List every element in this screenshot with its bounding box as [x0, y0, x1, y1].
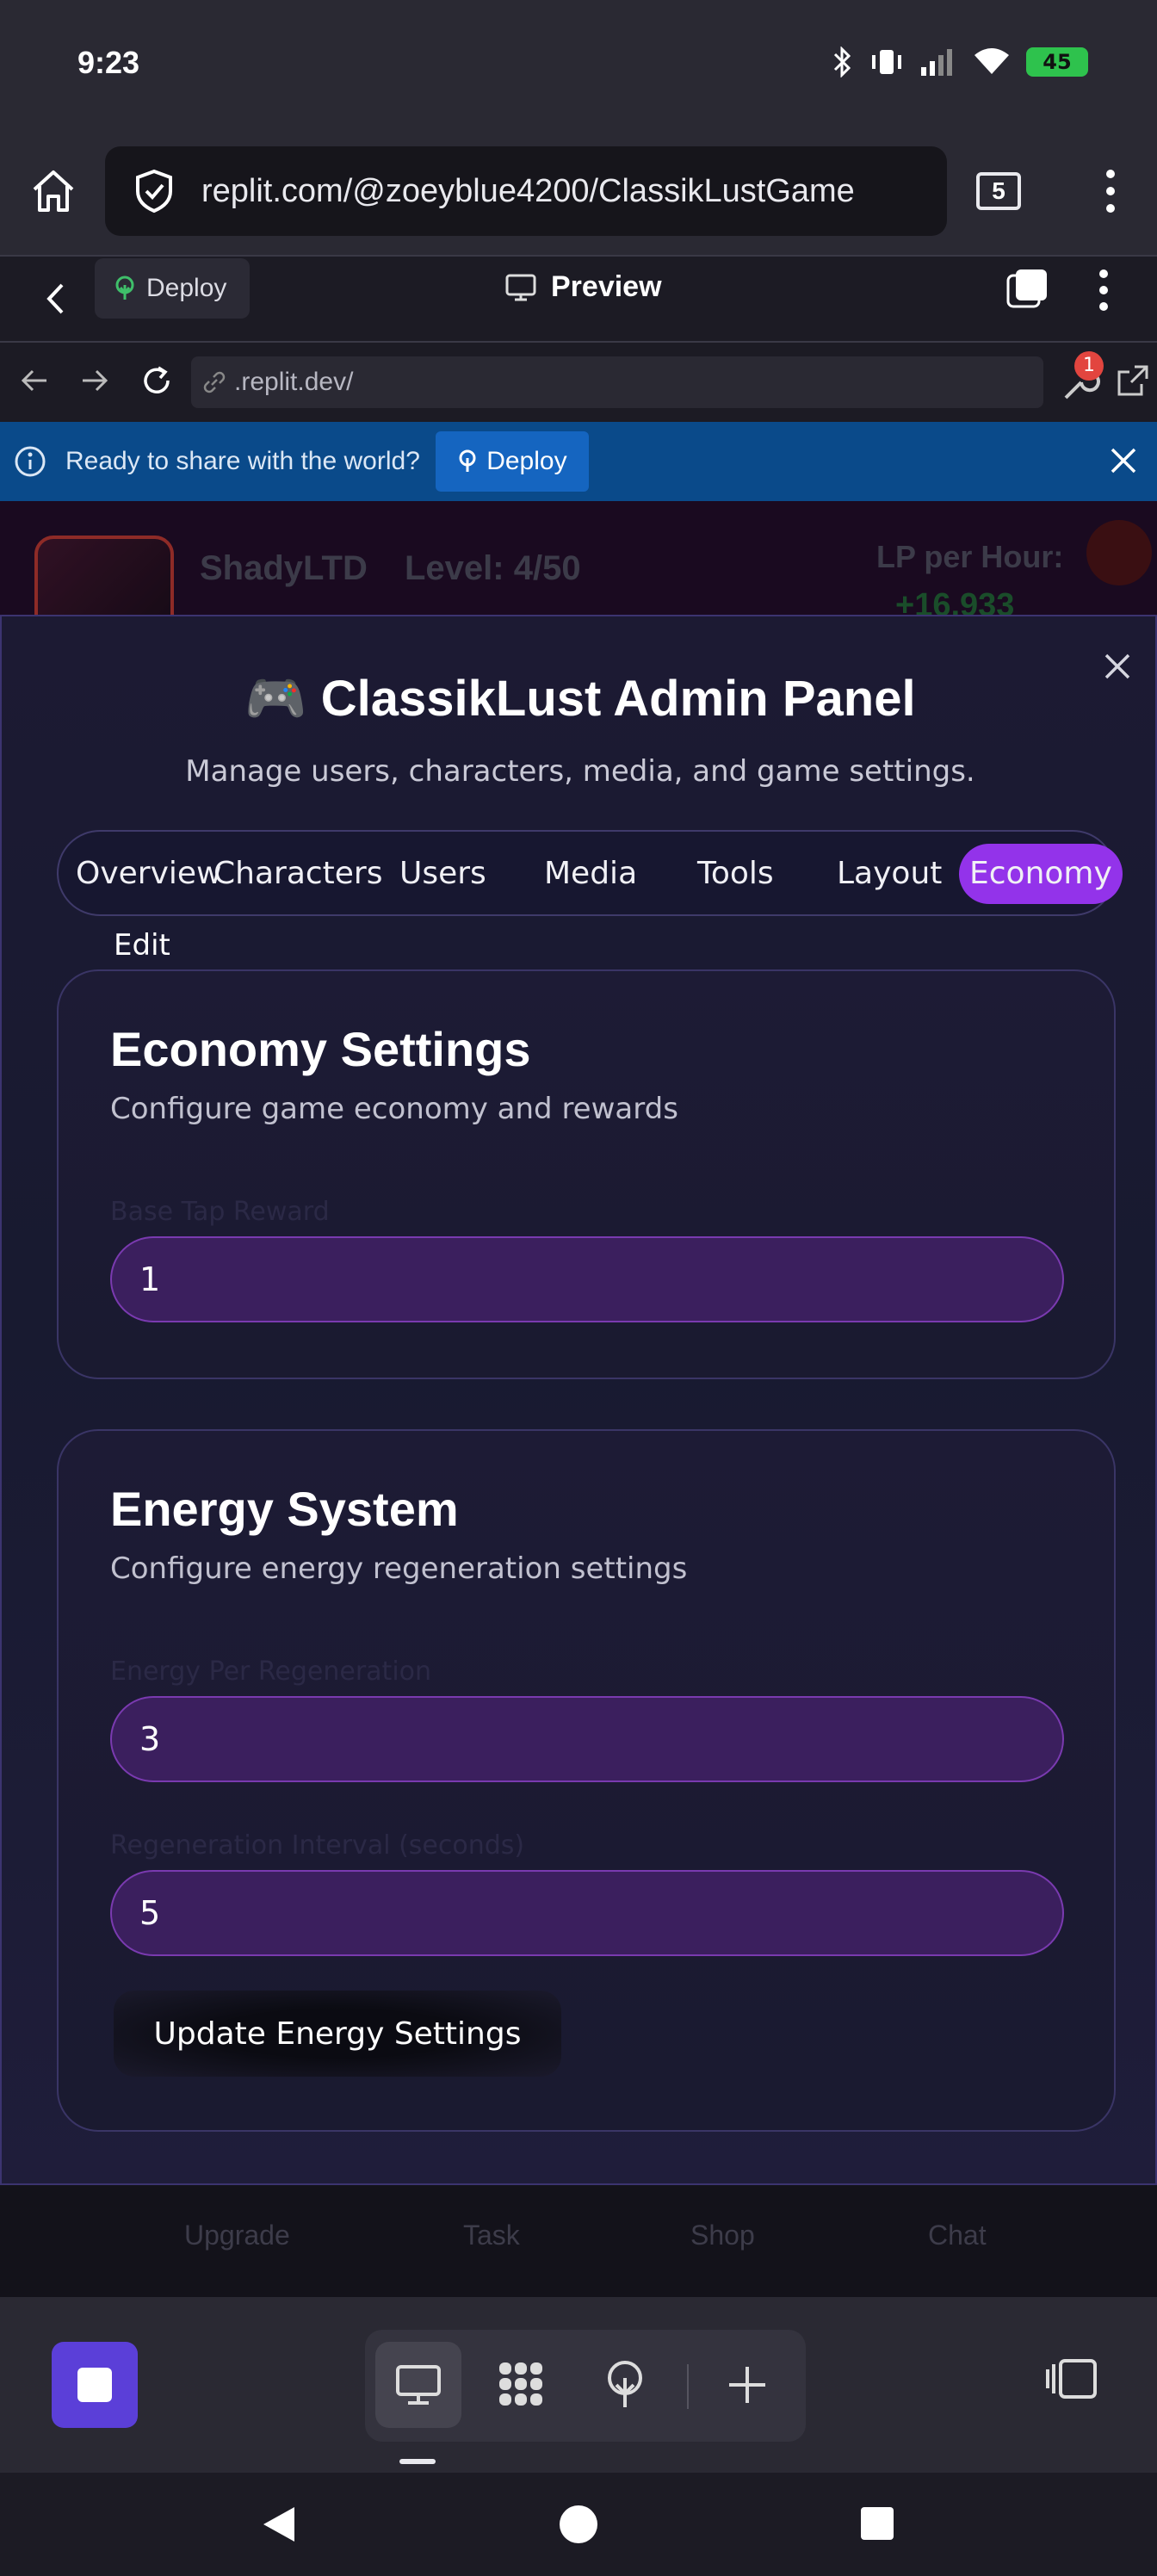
deploy-chip-label: Deploy [146, 274, 227, 302]
deploy-chip-button[interactable]: Deploy [95, 258, 250, 319]
economy-description: Configure game economy and rewards [110, 1092, 678, 1126]
preview-title: Preview [504, 270, 662, 304]
dock-preview-button[interactable] [375, 2342, 461, 2428]
preview-title-text: Preview [551, 270, 662, 303]
monitor-icon [505, 274, 536, 300]
game-header: ShadyLTD Level: 4/50 LP per Hour: +16,93… [0, 501, 1157, 615]
admin-panel-modal: 🎮 ClassikLust Admin Panel Manage users, … [0, 615, 1157, 2185]
link-icon [203, 371, 226, 393]
android-home-icon[interactable] [560, 2505, 597, 2543]
economy-title: Economy Settings [110, 1022, 531, 1076]
player-level: Level: 4/50 [405, 549, 581, 587]
url-text: replit.com/@zoeyblue4200/ClassikLustGame [201, 172, 855, 209]
dock-divider [687, 2364, 689, 2409]
split-pane-icon[interactable] [1005, 267, 1049, 310]
browser-menu-icon[interactable] [1102, 167, 1119, 215]
preview-toolbar: .replit.dev/ 1 [0, 343, 1157, 422]
deploy-banner: Ready to share with the world? Deploy [0, 422, 1157, 501]
side-panel-icon[interactable] [1045, 2357, 1098, 2400]
modal-subtitle: Manage users, characters, media, and gam… [185, 754, 975, 789]
regen-interval-label: Regeneration Interval (seconds) [110, 1830, 525, 1861]
tab-users[interactable]: Users [399, 844, 486, 904]
game-bottom-nav: Upgrade Task Shop Chat [0, 2185, 1157, 2297]
dock-add-button[interactable] [704, 2342, 790, 2428]
wifi-icon [974, 48, 1009, 74]
energy-per-regen-input[interactable]: 3 [110, 1696, 1064, 1782]
status-time: 9:23 [77, 45, 140, 80]
info-icon [15, 446, 46, 477]
close-banner-icon[interactable] [1107, 444, 1140, 477]
security-shield-icon [136, 169, 172, 214]
banner-deploy-button[interactable]: Deploy [435, 431, 589, 492]
energy-description: Configure energy regeneration settings [110, 1551, 688, 1586]
shield-icon[interactable] [1086, 520, 1152, 585]
stop-icon [77, 2368, 112, 2402]
plus-icon [729, 2367, 765, 2403]
preview-address-text: .replit.dev/ [234, 368, 354, 396]
workspace-icon [499, 2362, 542, 2406]
arrow-left-icon[interactable] [19, 363, 50, 398]
banner-deploy-label: Deploy [486, 447, 567, 475]
tab-economy[interactable]: Economy [959, 844, 1123, 904]
energy-per-regen-label: Energy Per Regeneration [110, 1656, 432, 1687]
url-bar[interactable]: replit.com/@zoeyblue4200/ClassikLustGame [105, 146, 947, 236]
base-tap-label: Base Tap Reward [110, 1197, 330, 1227]
status-icons: 45 [832, 46, 1088, 77]
stop-button[interactable] [52, 2342, 138, 2428]
tab-tools[interactable]: Tools [697, 844, 774, 904]
back-chevron-icon[interactable] [45, 282, 65, 315]
battery-indicator: 45 [1026, 47, 1088, 77]
android-back-icon[interactable] [260, 2504, 298, 2545]
banner-message: Ready to share with the world? [65, 447, 420, 475]
deploy-icon [115, 276, 134, 300]
bluetooth-icon [833, 46, 851, 77]
tab-switcher-button[interactable]: 5 [976, 172, 1021, 210]
home-icon[interactable] [26, 164, 81, 219]
nav-upgrade[interactable]: Upgrade [184, 2220, 290, 2251]
replit-header: Deploy Preview [0, 255, 1157, 343]
deploy-icon [459, 449, 476, 472]
status-bar: 9:23 45 [0, 0, 1157, 129]
admin-tab-bar: Overview Characters Users Media Tools La… [57, 830, 1123, 916]
notification-badge: 1 [1074, 351, 1104, 381]
replit-dock [365, 2330, 806, 2442]
external-link-icon[interactable] [1116, 363, 1150, 398]
dock-deploy-button[interactable] [582, 2342, 668, 2428]
tab-overview[interactable]: Overview [76, 844, 222, 904]
tab-media[interactable]: Media [544, 844, 637, 904]
tab-characters[interactable]: Characters [213, 844, 383, 904]
update-energy-button[interactable]: Update Energy Settings [114, 1991, 561, 2077]
modal-title: 🎮 ClassikLust Admin Panel [244, 671, 916, 727]
deploy-icon [608, 2361, 642, 2407]
android-recents-icon[interactable] [861, 2507, 894, 2540]
dock-active-indicator [399, 2459, 436, 2464]
nav-shop[interactable]: Shop [690, 2220, 755, 2251]
avatar [34, 536, 174, 615]
reload-icon[interactable] [139, 363, 174, 398]
tab-layout[interactable]: Layout [837, 844, 942, 904]
android-navigation-bar [0, 2473, 1157, 2576]
signal-icon [921, 49, 952, 76]
player-name: ShadyLTD [200, 549, 368, 587]
vibrate-icon [872, 50, 901, 74]
tab-edit[interactable]: Edit [114, 928, 170, 963]
browser-toolbar: replit.com/@zoeyblue4200/ClassikLustGame… [0, 129, 1157, 255]
arrow-right-icon[interactable] [79, 363, 110, 398]
replit-menu-icon[interactable] [1095, 269, 1112, 312]
dock-workspace-button[interactable] [479, 2342, 565, 2428]
replit-bottom-bar [0, 2297, 1157, 2473]
regen-interval-input[interactable]: 5 [110, 1870, 1064, 1956]
lp-per-hour-label: LP per Hour: [876, 539, 1064, 574]
preview-address-input[interactable]: .replit.dev/ [191, 356, 1043, 408]
devtools-button[interactable]: 1 [1061, 351, 1104, 406]
lp-per-hour-value: +16,933 [895, 587, 1015, 615]
monitor-icon [396, 2365, 441, 2405]
nav-chat[interactable]: Chat [928, 2220, 987, 2251]
base-tap-input[interactable]: 1 [110, 1236, 1064, 1322]
nav-task[interactable]: Task [463, 2220, 520, 2251]
energy-title: Energy System [110, 1482, 459, 1536]
energy-system-card: Energy System Configure energy regenerat… [57, 1429, 1116, 2132]
economy-settings-card: Economy Settings Configure game economy … [57, 969, 1116, 1379]
